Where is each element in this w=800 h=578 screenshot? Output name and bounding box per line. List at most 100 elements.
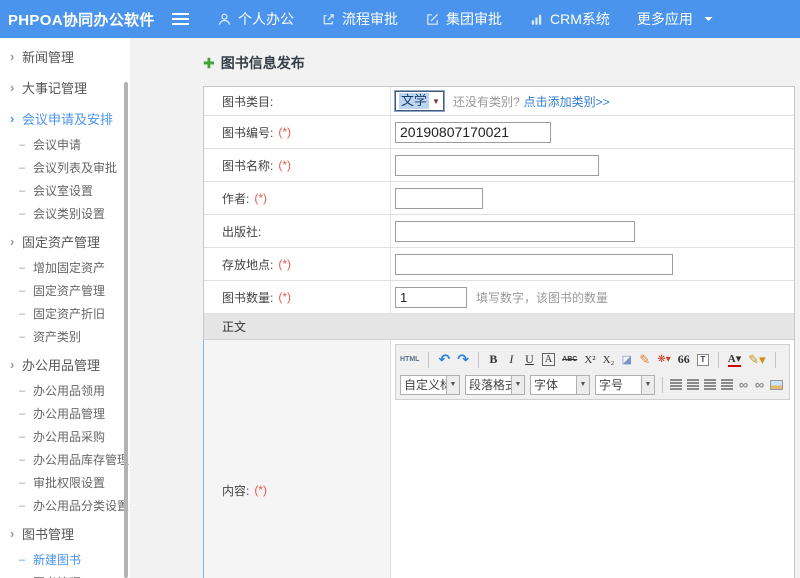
dash-icon: – [19, 331, 25, 343]
nav-item-workflow-approval[interactable]: 流程审批 [321, 9, 398, 29]
subscript-icon[interactable]: X₂ [603, 351, 615, 369]
field-label: 存放地点: [222, 256, 273, 273]
bold-icon[interactable]: B [488, 351, 499, 369]
sidebar-subitem-fixed-assets-3[interactable]: –资产类别 [0, 325, 130, 348]
italic-icon[interactable]: I [506, 351, 517, 369]
page-title: ✚ 图书信息发布 [203, 48, 800, 78]
dash-icon: – [19, 477, 25, 489]
sidebar-scrollbar[interactable] [124, 82, 128, 578]
custom-title-select[interactable]: 自定义标题▼ [400, 375, 460, 395]
link-icon[interactable]: ∞ [738, 376, 749, 394]
insert-image-icon[interactable] [770, 376, 783, 394]
select-label: 段落格式 [466, 376, 511, 393]
sidebar-subitem-office-supplies-1[interactable]: –办公用品管理 [0, 402, 130, 425]
align-center-icon[interactable] [687, 376, 699, 394]
required-mark: (*) [254, 483, 267, 497]
redo-icon[interactable]: ↷ [457, 351, 469, 369]
body-section-header: 正文 [204, 314, 794, 340]
book-name-input[interactable] [395, 155, 599, 176]
font-family-select[interactable]: 字体▼ [530, 375, 590, 395]
font-box-icon[interactable]: A [542, 353, 555, 366]
sidebar: ›新闻管理›大事记管理›会议申请及安排–会议申请–会议列表及审批–会议室设置–会… [0, 38, 130, 578]
top-header-bar: PHPOA协同办公软件 个人办公流程审批集团审批CRM系统更多应用 [0, 0, 800, 38]
sidebar-item-meeting-management[interactable]: ›会议申请及安排 [0, 104, 130, 133]
undo-icon[interactable]: ↶ [438, 351, 450, 369]
sidebar-subitem-label: 固定资产管理 [33, 282, 105, 299]
form-label-cell: 图书数量:(*) [204, 281, 391, 313]
sidebar-item-office-supplies[interactable]: ›办公用品管理 [0, 350, 130, 379]
paragraph-format-select[interactable]: 段落格式▼ [465, 375, 525, 395]
form-label-cell: 作者:(*) [204, 182, 391, 214]
sidebar-subitem-label: 图书管理 [33, 574, 81, 578]
unlink-icon[interactable]: ∞ [754, 376, 765, 394]
sidebar-subitem-office-supplies-5[interactable]: –办公用品分类设置 [0, 494, 130, 517]
nav-item-crm-system[interactable]: CRM系统 [529, 9, 610, 29]
editor-content-area[interactable] [395, 400, 790, 578]
sidebar-subitem-meeting-management-1[interactable]: –会议列表及审批 [0, 156, 130, 179]
hamburger-menu-icon[interactable] [172, 13, 189, 25]
sidebar-item-label: 大事记管理 [22, 78, 87, 97]
toolbar-separator [428, 352, 429, 368]
form-row-author: 作者:(*) [204, 182, 794, 215]
sidebar-item-book-management[interactable]: ›图书管理 [0, 519, 130, 548]
add-category-link[interactable]: 点击添加类别>> [524, 93, 610, 110]
sidebar-subitem-book-management-1[interactable]: –图书管理 [0, 571, 130, 578]
clean-format-icon[interactable]: ✎ [639, 351, 650, 369]
content-label: 内容: [222, 482, 249, 499]
sidebar-item-fixed-assets[interactable]: ›固定资产管理 [0, 227, 130, 256]
location-input[interactable] [395, 254, 673, 275]
field-label: 图书类目: [222, 93, 273, 110]
sidebar-subitem-fixed-assets-0[interactable]: –增加固定资产 [0, 256, 130, 279]
sidebar-item-news-management[interactable]: ›新闻管理 [0, 42, 130, 71]
dash-icon: – [19, 262, 25, 274]
required-mark: (*) [254, 191, 267, 205]
author-input[interactable] [395, 188, 483, 209]
sidebar-subitem-office-supplies-0[interactable]: –办公用品领用 [0, 379, 130, 402]
richtext-editor: HTML↶↷BIUAABCX²X₂◪✎❋▾66TA▾✎▾≡▾≡▾ 自定义标题▼段… [391, 340, 794, 578]
highlight-color-icon[interactable]: ✎▾ [748, 351, 765, 369]
align-right-icon[interactable] [704, 376, 716, 394]
sidebar-subitem-label: 会议室设置 [33, 182, 93, 199]
form-row-publisher: 出版社: [204, 215, 794, 248]
align-justify-icon[interactable] [721, 376, 733, 394]
blockquote-icon[interactable]: 66 [678, 351, 690, 369]
caret-down-icon[interactable] [704, 16, 713, 22]
sidebar-subitem-book-management-0[interactable]: –新建图书 [0, 548, 130, 571]
book-category-select[interactable]: 文学▼ [395, 91, 444, 111]
style-brush-icon[interactable]: ❋▾ [657, 351, 670, 369]
sidebar-subitem-label: 审批权限设置 [33, 474, 105, 491]
sidebar-subitem-meeting-management-2[interactable]: –会议室设置 [0, 179, 130, 202]
sidebar-subitem-fixed-assets-1[interactable]: –固定资产管理 [0, 279, 130, 302]
form-row-book-number: 图书编号:(*) [204, 116, 794, 149]
form-value-cell [391, 149, 794, 181]
nav-item-more-apps[interactable]: 更多应用 [637, 9, 693, 29]
underline-icon[interactable]: U [524, 351, 535, 369]
sidebar-subitem-office-supplies-2[interactable]: –办公用品采购 [0, 425, 130, 448]
sidebar-group-office-supplies: ›办公用品管理–办公用品领用–办公用品管理–办公用品采购–办公用品库存管理–审批… [0, 350, 130, 517]
eraser-icon[interactable]: ◪ [621, 351, 632, 369]
book-number-input[interactable] [395, 122, 551, 143]
dash-icon: – [19, 408, 25, 420]
nav-item-personal-office[interactable]: 个人办公 [217, 9, 294, 29]
paste-text-icon[interactable]: T [697, 354, 709, 366]
publisher-input[interactable] [395, 221, 635, 242]
font-color-icon[interactable]: A▾ [728, 353, 741, 367]
font-size-select[interactable]: 字号▼ [595, 375, 655, 395]
strikethrough-icon[interactable]: ABC [562, 351, 577, 369]
toolbar-separator [662, 377, 663, 393]
sidebar-subitem-meeting-management-0[interactable]: –会议申请 [0, 133, 130, 156]
sidebar-subitem-office-supplies-3[interactable]: –办公用品库存管理 [0, 448, 130, 471]
sidebar-item-events-management[interactable]: ›大事记管理 [0, 73, 130, 102]
html-source-icon[interactable]: HTML [400, 351, 419, 369]
toolbar-separator [775, 352, 776, 368]
sidebar-subitem-meeting-management-3[interactable]: –会议类别设置 [0, 202, 130, 225]
superscript-icon[interactable]: X² [584, 351, 595, 369]
form-value-cell [391, 182, 794, 214]
sidebar-subitem-fixed-assets-2[interactable]: –固定资产折旧 [0, 302, 130, 325]
quantity-input[interactable] [395, 287, 467, 308]
align-left-icon[interactable] [670, 376, 682, 394]
dash-icon: – [19, 139, 25, 151]
nav-item-group-approval[interactable]: 集团审批 [425, 9, 502, 29]
sidebar-subitem-label: 资产类别 [33, 328, 81, 345]
sidebar-subitem-office-supplies-4[interactable]: –审批权限设置 [0, 471, 130, 494]
